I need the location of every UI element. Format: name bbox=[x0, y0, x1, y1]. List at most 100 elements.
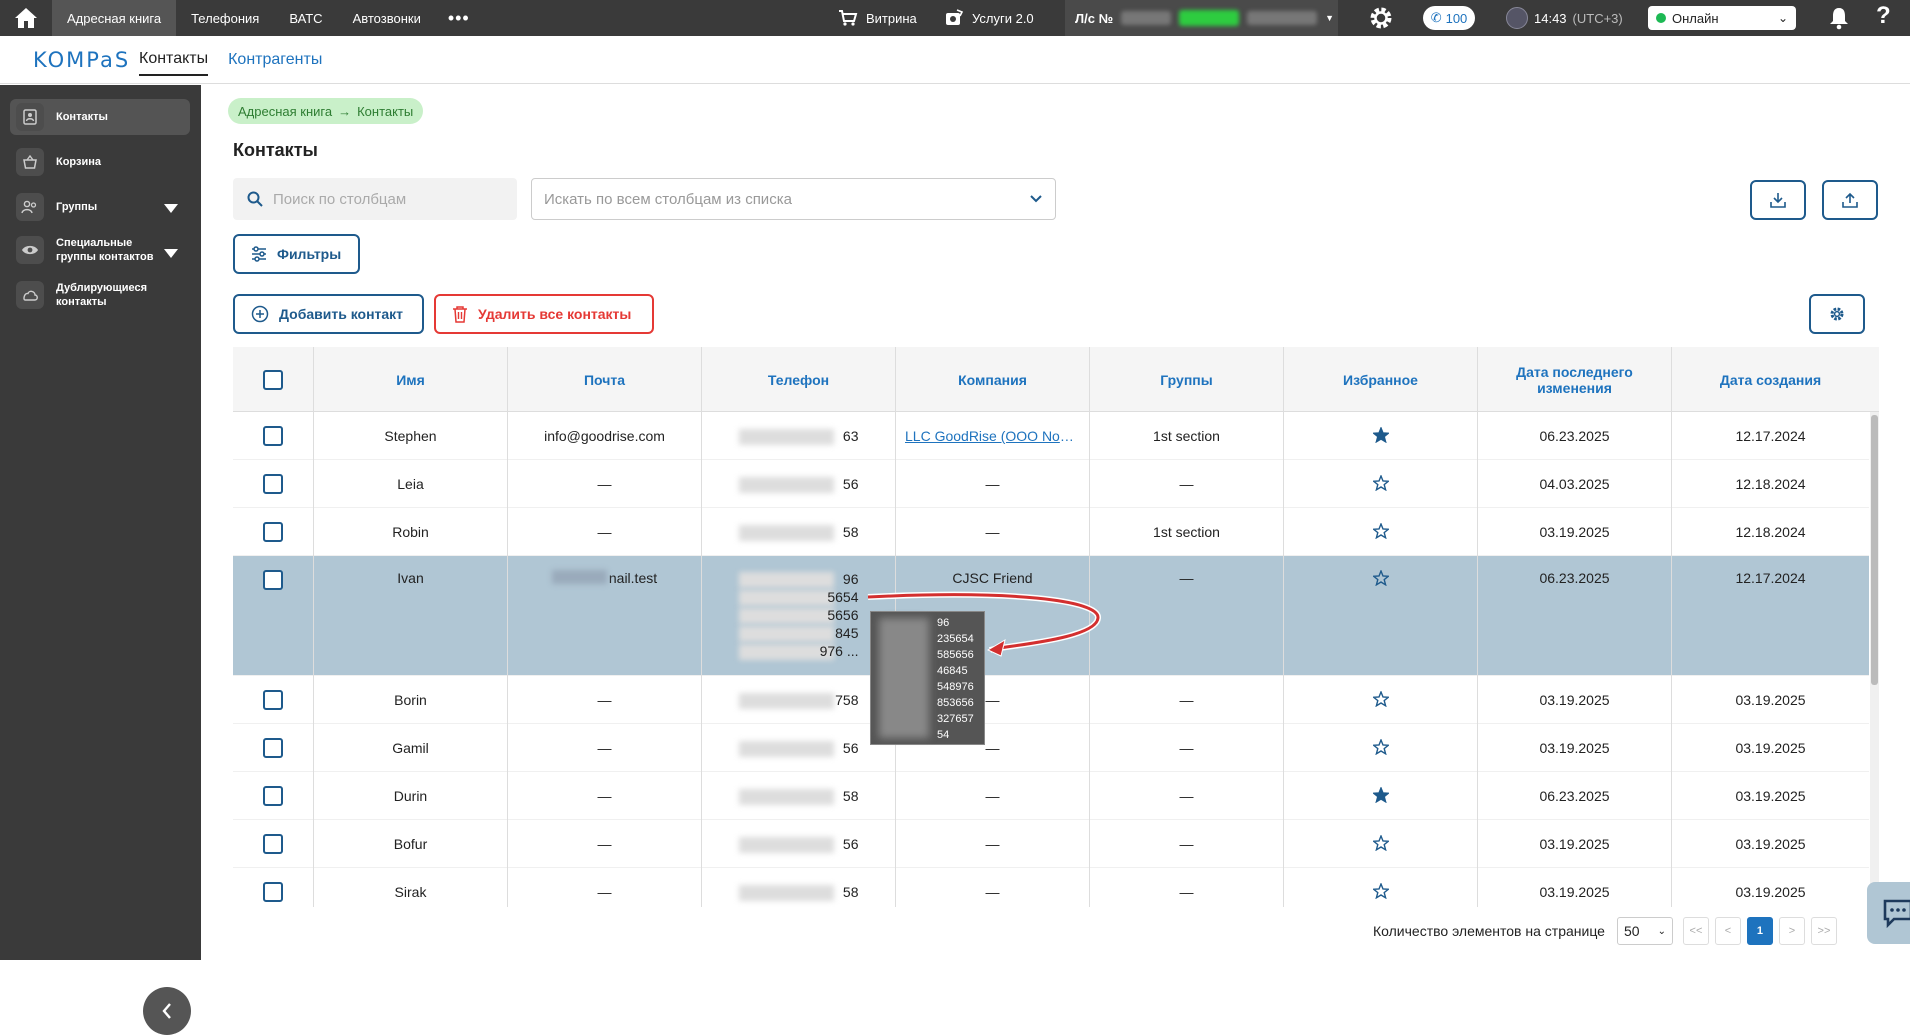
table-row[interactable]: Stephen info@goodrise.com 63 LLC GoodRise (… bbox=[233, 412, 1869, 460]
favorite-star-icon[interactable] bbox=[1371, 833, 1390, 854]
table-row[interactable]: Durin — 58 — — 06.23.2025 03.19.2025 bbox=[233, 772, 1869, 820]
nav-telephony[interactable]: Телефония bbox=[176, 0, 274, 36]
favorite-star-icon[interactable] bbox=[1371, 881, 1390, 902]
header-groups[interactable]: Группы bbox=[1089, 347, 1283, 412]
page-size-select[interactable]: 50 ⌄ bbox=[1616, 917, 1673, 945]
expand-arrow-icon[interactable] bbox=[164, 204, 178, 213]
favorite-star-icon[interactable] bbox=[1371, 473, 1390, 494]
nav-vats[interactable]: ВАТС bbox=[274, 0, 337, 36]
tab-contacts[interactable]: Контакты bbox=[139, 44, 209, 76]
row-checkbox[interactable] bbox=[263, 570, 283, 590]
delete-all-button[interactable]: Удалить все контакты bbox=[434, 294, 654, 334]
calls-counter[interactable]: ✆ 100 bbox=[1423, 6, 1475, 30]
modified-cell: 06.23.2025 bbox=[1477, 556, 1671, 676]
favorite-star-icon[interactable] bbox=[1371, 521, 1390, 542]
time-value: 14:43 bbox=[1534, 10, 1567, 26]
header-modified[interactable]: Дата последнего изменения bbox=[1477, 347, 1671, 412]
header-phone[interactable]: Телефон bbox=[701, 347, 895, 412]
table-row[interactable]: Gamil — 56 — — 03.19.2025 03.19.2025 bbox=[233, 724, 1869, 772]
nav-autocalls[interactable]: Автозвонки bbox=[338, 0, 436, 36]
breadcrumb-root[interactable]: Адресная книга bbox=[238, 104, 332, 119]
table-settings-button[interactable] bbox=[1809, 294, 1865, 334]
table-row[interactable]: Borin — 758 — — 03.19.2025 03.19.2025 bbox=[233, 676, 1869, 724]
account-selector[interactable]: Л/с № ▼ bbox=[1065, 0, 1338, 36]
nav-address-book[interactable]: Адресная книга bbox=[52, 0, 177, 36]
sidebar-item-basket[interactable]: Корзина bbox=[10, 144, 190, 180]
timezone: (UTC+3) bbox=[1572, 10, 1623, 26]
modified-cell: 06.23.2025 bbox=[1477, 412, 1671, 460]
group-text: — bbox=[1179, 740, 1194, 756]
more-menu-icon[interactable]: ••• bbox=[436, 8, 482, 29]
favorite-star-icon[interactable] bbox=[1371, 689, 1390, 710]
first-page-button[interactable]: << bbox=[1682, 917, 1709, 945]
settings-gear-icon[interactable] bbox=[1368, 5, 1394, 34]
favorite-cell bbox=[1283, 676, 1477, 724]
last-page-button[interactable]: >> bbox=[1810, 917, 1837, 945]
phone-blurred-prefix bbox=[738, 590, 834, 606]
favorite-star-icon[interactable] bbox=[1371, 425, 1390, 446]
chat-button[interactable] bbox=[1867, 882, 1910, 944]
sidebar-item-special-groups[interactable]: Специальные группы контактов bbox=[10, 232, 190, 268]
header-name[interactable]: Имя bbox=[313, 347, 507, 412]
top-bar: Адресная книга Телефония ВАТС Автозвонки… bbox=[0, 0, 1910, 36]
search-input[interactable]: Поиск по столбцам bbox=[233, 178, 517, 220]
favorite-star-icon[interactable] bbox=[1371, 737, 1390, 758]
table-scrollbar-thumb[interactable] bbox=[1871, 415, 1878, 685]
favorite-star-icon[interactable] bbox=[1371, 569, 1390, 589]
row-checkbox[interactable] bbox=[263, 786, 283, 806]
column-select[interactable]: Искать по всем столбцам из списка bbox=[531, 178, 1056, 220]
home-icon[interactable] bbox=[0, 0, 52, 36]
next-page-button[interactable]: > bbox=[1778, 917, 1805, 945]
status-select[interactable]: Онлайн ⌄ bbox=[1648, 6, 1796, 30]
company-cell: — bbox=[895, 868, 1089, 907]
modified-date: 06.23.2025 bbox=[1539, 788, 1610, 804]
header-favorite[interactable]: Избранное bbox=[1283, 347, 1477, 412]
filters-button[interactable]: Фильтры bbox=[233, 234, 360, 274]
expand-arrow-icon[interactable] bbox=[164, 249, 178, 258]
phones-tooltip: 96 235654 585656 46845 548976 853656 327… bbox=[870, 611, 985, 745]
export-button[interactable] bbox=[1822, 180, 1878, 220]
row-checkbox[interactable] bbox=[263, 834, 283, 854]
table-row[interactable]: Leia — 56 — — 04.03.2025 12.18.2024 bbox=[233, 460, 1869, 508]
sidebar-item-groups[interactable]: Группы bbox=[10, 189, 190, 225]
name-text: Ivan bbox=[397, 570, 424, 586]
search-placeholder: Поиск по столбцам bbox=[273, 190, 407, 208]
table-row[interactable]: Bofur — 56 — — 03.19.2025 03.19.2025 bbox=[233, 820, 1869, 868]
page-1-button[interactable]: 1 bbox=[1746, 917, 1773, 945]
row-checkbox[interactable] bbox=[263, 426, 283, 446]
row-checkbox[interactable] bbox=[263, 474, 283, 494]
help-icon[interactable]: ? bbox=[1876, 2, 1891, 30]
table-row[interactable]: Robin — 58 — 1st section 03.19.2025 12.18.2024 bbox=[233, 508, 1869, 556]
sidebar-item-duplicates[interactable]: Дублирующиеся контакты bbox=[10, 277, 190, 313]
name-text: Bofur bbox=[393, 836, 428, 852]
phone-suffix: 63 bbox=[842, 428, 859, 444]
modified-cell: 03.19.2025 bbox=[1477, 724, 1671, 772]
row-checkbox[interactable] bbox=[263, 522, 283, 542]
plus-circle-icon bbox=[251, 305, 269, 323]
user-time[interactable]: 14:43 (UTC+3) bbox=[1506, 0, 1623, 36]
header-created[interactable]: Дата создания bbox=[1671, 347, 1869, 412]
header-email[interactable]: Почта bbox=[507, 347, 701, 412]
company-cell: LLC GoodRise (ООО Nos… bbox=[895, 412, 1089, 460]
row-checkbox[interactable] bbox=[263, 690, 283, 710]
row-checkbox[interactable] bbox=[263, 738, 283, 758]
add-contact-button[interactable]: Добавить контакт bbox=[233, 294, 424, 334]
table-row[interactable]: Sirak — 58 — — 03.19.2025 03.19.2025 bbox=[233, 868, 1869, 907]
sidebar-item-contacts[interactable]: Контакты bbox=[10, 99, 190, 135]
header-company[interactable]: Компания bbox=[895, 347, 1089, 412]
bell-icon[interactable] bbox=[1828, 6, 1850, 33]
import-button[interactable] bbox=[1750, 180, 1806, 220]
created-date: 03.19.2025 bbox=[1735, 788, 1806, 804]
services-link[interactable]: Услуги 2.0 bbox=[944, 0, 1034, 36]
groups-cell: — bbox=[1089, 676, 1283, 724]
company-link[interactable]: LLC GoodRise (ООО Nos… bbox=[905, 428, 1080, 444]
favorite-star-icon[interactable] bbox=[1371, 785, 1390, 806]
prev-page-button[interactable]: < bbox=[1714, 917, 1741, 945]
phone-suffix: 758 bbox=[835, 692, 859, 708]
collapse-sidebar-button[interactable] bbox=[143, 987, 191, 1035]
modified-date: 06.23.2025 bbox=[1539, 570, 1610, 586]
row-checkbox[interactable] bbox=[263, 882, 283, 902]
select-all-checkbox[interactable] bbox=[263, 369, 283, 390]
tab-counterparties[interactable]: Контрагенты bbox=[228, 45, 322, 75]
vitrina-link[interactable]: Витрина bbox=[838, 0, 917, 36]
